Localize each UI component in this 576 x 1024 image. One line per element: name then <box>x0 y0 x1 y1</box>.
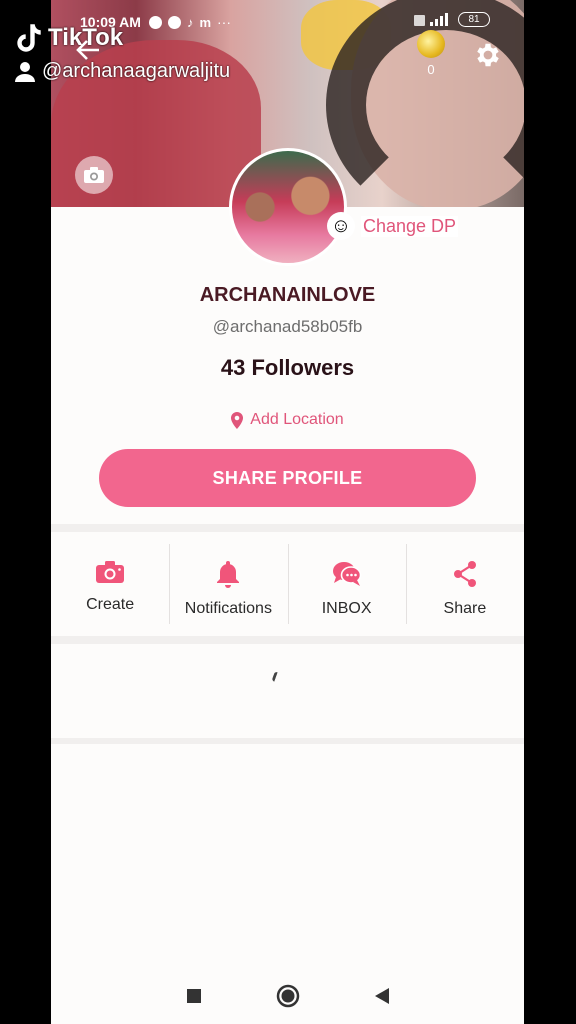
bell-icon <box>217 561 240 588</box>
change-dp-label: Change DP <box>361 215 459 237</box>
facebook-icon <box>167 15 181 29</box>
create-action[interactable]: Create <box>51 542 169 632</box>
cover-camera-button[interactable] <box>75 156 113 194</box>
add-location-label: Add Location <box>250 411 344 428</box>
tiktok-small-icon: ♪ <box>186 14 194 30</box>
share-profile-button[interactable]: SHARE PROFILE <box>99 449 476 507</box>
system-nav-bar <box>51 972 524 1020</box>
tiktok-username-label: @archanaagarwaljitu <box>42 60 231 82</box>
coin-count: 0 <box>427 62 435 77</box>
location-pin-icon <box>231 411 244 429</box>
followers-count[interactable]: 43 Followers <box>51 355 524 381</box>
home-icon[interactable] <box>276 984 300 1008</box>
more-icon: ··· <box>217 14 232 30</box>
battery-icon: 81 <box>458 12 490 27</box>
inbox-label: INBOX <box>321 600 372 617</box>
notifications-label: Notifications <box>184 600 272 617</box>
app-screen: 0 ☺ Change DP ARCHANAINLOVE @archanad58b… <box>51 0 524 1024</box>
jio-icon <box>148 15 162 29</box>
notifications-action[interactable]: Notifications <box>169 542 287 632</box>
back-arrow-icon <box>76 40 99 60</box>
m-app-icon: m <box>199 14 212 30</box>
share-icon <box>453 561 476 587</box>
camera-icon <box>96 561 125 583</box>
status-right: 81 <box>414 12 490 27</box>
create-label: Create <box>86 596 135 613</box>
back-icon[interactable] <box>374 987 390 1005</box>
share-label: Share <box>443 600 487 617</box>
camera-icon <box>84 167 104 183</box>
signal-icon <box>414 12 448 26</box>
divider <box>51 738 524 744</box>
settings-button[interactable] <box>471 38 505 72</box>
share-action[interactable]: Share <box>405 542 524 632</box>
user-icon <box>15 61 35 82</box>
chat-icon <box>332 562 361 586</box>
status-notification-icons: ♪ m ··· <box>148 14 232 30</box>
tiktok-watermark: TikTok <box>14 22 123 54</box>
back-button[interactable] <box>75 38 101 67</box>
profile-avatar[interactable] <box>229 148 347 266</box>
loading-spinner <box>271 671 281 683</box>
recents-icon[interactable] <box>186 988 202 1004</box>
tiktok-username: @archanaagarwaljitu <box>14 60 230 83</box>
profile-name: ARCHANAINLOVE <box>199 284 376 306</box>
smile-emoji-icon: ☺ <box>327 212 355 240</box>
add-location-button[interactable]: Add Location <box>51 411 524 429</box>
action-row: Create Notifications INBOX Share <box>51 542 524 632</box>
change-dp-button[interactable]: ☺ Change DP <box>327 212 459 240</box>
coin-icon[interactable] <box>417 30 445 58</box>
tiktok-logo-icon <box>16 23 42 53</box>
inbox-action[interactable]: INBOX <box>287 542 406 632</box>
divider <box>51 636 524 644</box>
battery-level: 81 <box>468 14 480 25</box>
profile-handle: @archanad58b05fb <box>212 317 363 336</box>
divider <box>51 524 524 532</box>
gear-icon <box>477 43 499 67</box>
